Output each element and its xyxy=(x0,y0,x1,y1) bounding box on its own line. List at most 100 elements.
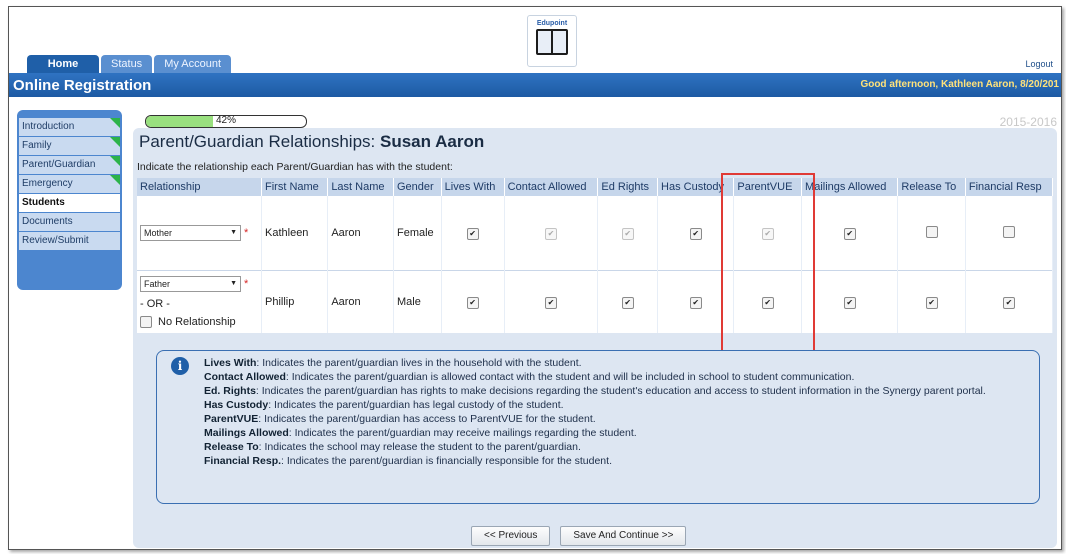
chevron-down-icon: ▼ xyxy=(230,229,237,236)
no-relationship-checkbox[interactable] xyxy=(140,316,152,328)
mailings-allowed-checkbox[interactable]: ✔ xyxy=(843,227,856,240)
sidebar-item-documents[interactable]: Documents xyxy=(19,213,120,231)
no-relationship-label: No Relationship xyxy=(158,316,236,328)
page-title-prefix: Parent/Guardian Relationships: xyxy=(139,132,376,151)
previous-button[interactable]: << Previous xyxy=(471,526,551,546)
tab-status[interactable]: Status xyxy=(101,55,153,73)
col-lives-with: Lives With xyxy=(441,178,505,196)
chevron-down-icon: ▼ xyxy=(230,280,237,287)
legend-item: Mailings Allowed: Indicates the parent/g… xyxy=(204,426,1034,440)
logo-brand-text: Edupoint xyxy=(536,20,568,27)
lives-with-checkbox[interactable]: ✔ xyxy=(466,227,479,240)
col-ed-rights: Ed Rights xyxy=(597,178,659,196)
app-title: Online Registration xyxy=(13,77,152,94)
has-custody-checkbox[interactable]: ✔ xyxy=(689,296,702,309)
table-header-row: Relationship First Name Last Name Gender… xyxy=(137,178,1054,196)
greeting-text: Good afternoon, Kathleen Aaron, 8/20/201 xyxy=(860,79,1059,90)
col-release-to: Release To xyxy=(897,178,966,196)
relationship-table: Relationship First Name Last Name Gender… xyxy=(137,178,1054,333)
legend-term: Lives With xyxy=(204,357,257,369)
col-mailings-allowed: Mailings Allowed xyxy=(801,178,899,196)
legend-item: Ed. Rights: Indicates the parent/guardia… xyxy=(204,384,1034,398)
sidebar-nav: Introduction Family Parent/Guardian Emer… xyxy=(17,110,122,290)
release-to-checkbox[interactable] xyxy=(925,225,938,238)
legend-term: Has Custody xyxy=(204,399,269,411)
legend-desc: : Indicates the parent/guardian may rece… xyxy=(288,427,637,439)
last-name-cell: Aaron xyxy=(327,196,394,271)
legend-desc: : Indicates the parent/guardian has lega… xyxy=(268,399,564,411)
app-frame: Edupoint Home Status My Account Logout O… xyxy=(8,6,1062,550)
progress-percent: 42% xyxy=(215,115,236,126)
col-first-name: First Name xyxy=(261,178,329,196)
legend-item: Contact Allowed: Indicates the parent/gu… xyxy=(204,370,1034,384)
col-gender: Gender xyxy=(393,178,442,196)
legend-item: Lives With: Indicates the parent/guardia… xyxy=(204,356,1034,370)
legend-box: i Lives With: Indicates the parent/guard… xyxy=(156,350,1040,504)
contact-allowed-checkbox[interactable]: ✔ xyxy=(545,296,557,309)
logout-link[interactable]: Logout xyxy=(1025,59,1053,69)
required-marker: * xyxy=(244,227,249,239)
legend-desc: : Indicates the parent/guardian has acce… xyxy=(258,413,596,425)
legend-term: ParentVUE xyxy=(204,413,259,425)
legend-term: Mailings Allowed xyxy=(204,427,289,439)
sidebar-item-students[interactable]: Students xyxy=(19,194,120,212)
contact-allowed-checkbox[interactable]: ✔ xyxy=(545,227,557,240)
required-marker: * xyxy=(244,278,249,290)
table-row: Father ▼ * - OR - No Relationship Philli… xyxy=(137,270,1054,333)
col-last-name: Last Name xyxy=(327,178,394,196)
tab-my-account[interactable]: My Account xyxy=(154,55,232,73)
col-financial-resp: Financial Resp xyxy=(965,178,1054,196)
sidebar-item-review-submit[interactable]: Review/Submit xyxy=(19,232,120,250)
relationship-select[interactable]: Mother ▼ xyxy=(140,225,241,241)
table-row: Mother ▼ * Kathleen Aaron Female ✔ ✔ ✔ ✔… xyxy=(137,196,1054,271)
save-and-continue-button[interactable]: Save And Continue >> xyxy=(560,526,687,546)
relationship-select-value: Father xyxy=(144,279,171,289)
nav-buttons: << Previous Save And Continue >> xyxy=(471,526,687,546)
financial-resp-checkbox[interactable] xyxy=(1002,225,1015,238)
student-name: Susan Aaron xyxy=(379,132,485,151)
ed-rights-checkbox[interactable]: ✔ xyxy=(621,296,634,309)
relationship-cell: Mother ▼ * xyxy=(137,196,262,271)
legend-term: Financial Resp. xyxy=(204,455,282,467)
col-relationship: Relationship xyxy=(137,178,262,196)
lives-with-checkbox[interactable]: ✔ xyxy=(466,296,479,309)
sidebar-item-introduction[interactable]: Introduction xyxy=(19,118,120,136)
first-name-cell: Phillip xyxy=(261,270,329,333)
release-to-checkbox[interactable]: ✔ xyxy=(925,296,938,309)
book-icon xyxy=(536,29,568,55)
legend-term: Contact Allowed xyxy=(204,371,286,383)
legend-item: Release To: Indicates the school may rel… xyxy=(204,440,1034,454)
has-custody-checkbox[interactable]: ✔ xyxy=(689,227,702,240)
sidebar-item-emergency[interactable]: Emergency xyxy=(19,175,120,193)
legend-term: Release To xyxy=(204,441,259,453)
title-bar: Online Registration Good afternoon, Kath… xyxy=(9,73,1061,97)
legend-desc: : Indicates the parent/guardian is finan… xyxy=(281,455,612,467)
page-title: Parent/Guardian Relationships: Susan Aar… xyxy=(139,132,484,152)
sidebar-item-parent-guardian[interactable]: Parent/Guardian xyxy=(19,156,120,174)
parentvue-checkbox[interactable]: ✔ xyxy=(761,296,774,309)
edupoint-logo: Edupoint xyxy=(527,15,577,67)
sidebar-item-family[interactable]: Family xyxy=(19,137,120,155)
gender-cell: Male xyxy=(393,270,442,333)
legend-item: ParentVUE: Indicates the parent/guardian… xyxy=(204,412,1034,426)
top-tabs: Home Status My Account xyxy=(27,55,232,73)
last-name-cell: Aaron xyxy=(327,270,394,333)
relationship-select-value: Mother xyxy=(144,228,173,238)
legend-term: Ed. Rights xyxy=(204,385,256,397)
legend-desc: : Indicates the parent/guardian has righ… xyxy=(255,385,986,397)
mailings-allowed-checkbox[interactable]: ✔ xyxy=(843,296,856,309)
first-name-cell: Kathleen xyxy=(261,196,329,271)
financial-resp-checkbox[interactable]: ✔ xyxy=(1002,296,1015,309)
legend-item: Has Custody: Indicates the parent/guardi… xyxy=(204,398,1034,412)
col-contact-allowed: Contact Allowed xyxy=(504,178,599,196)
tab-home[interactable]: Home xyxy=(27,55,99,73)
instruction-text: Indicate the relationship each Parent/Gu… xyxy=(137,161,453,173)
ed-rights-checkbox[interactable]: ✔ xyxy=(621,227,634,240)
parentvue-checkbox[interactable]: ✔ xyxy=(761,227,774,240)
no-relationship-option[interactable]: No Relationship xyxy=(140,316,258,328)
gender-cell: Female xyxy=(393,196,442,271)
relationship-select[interactable]: Father ▼ xyxy=(140,276,241,292)
school-year: 2015-2016 xyxy=(999,115,1057,129)
col-parentvue: ParentVUE xyxy=(733,178,803,196)
legend-desc: : Indicates the parent/guardian lives in… xyxy=(256,357,582,369)
